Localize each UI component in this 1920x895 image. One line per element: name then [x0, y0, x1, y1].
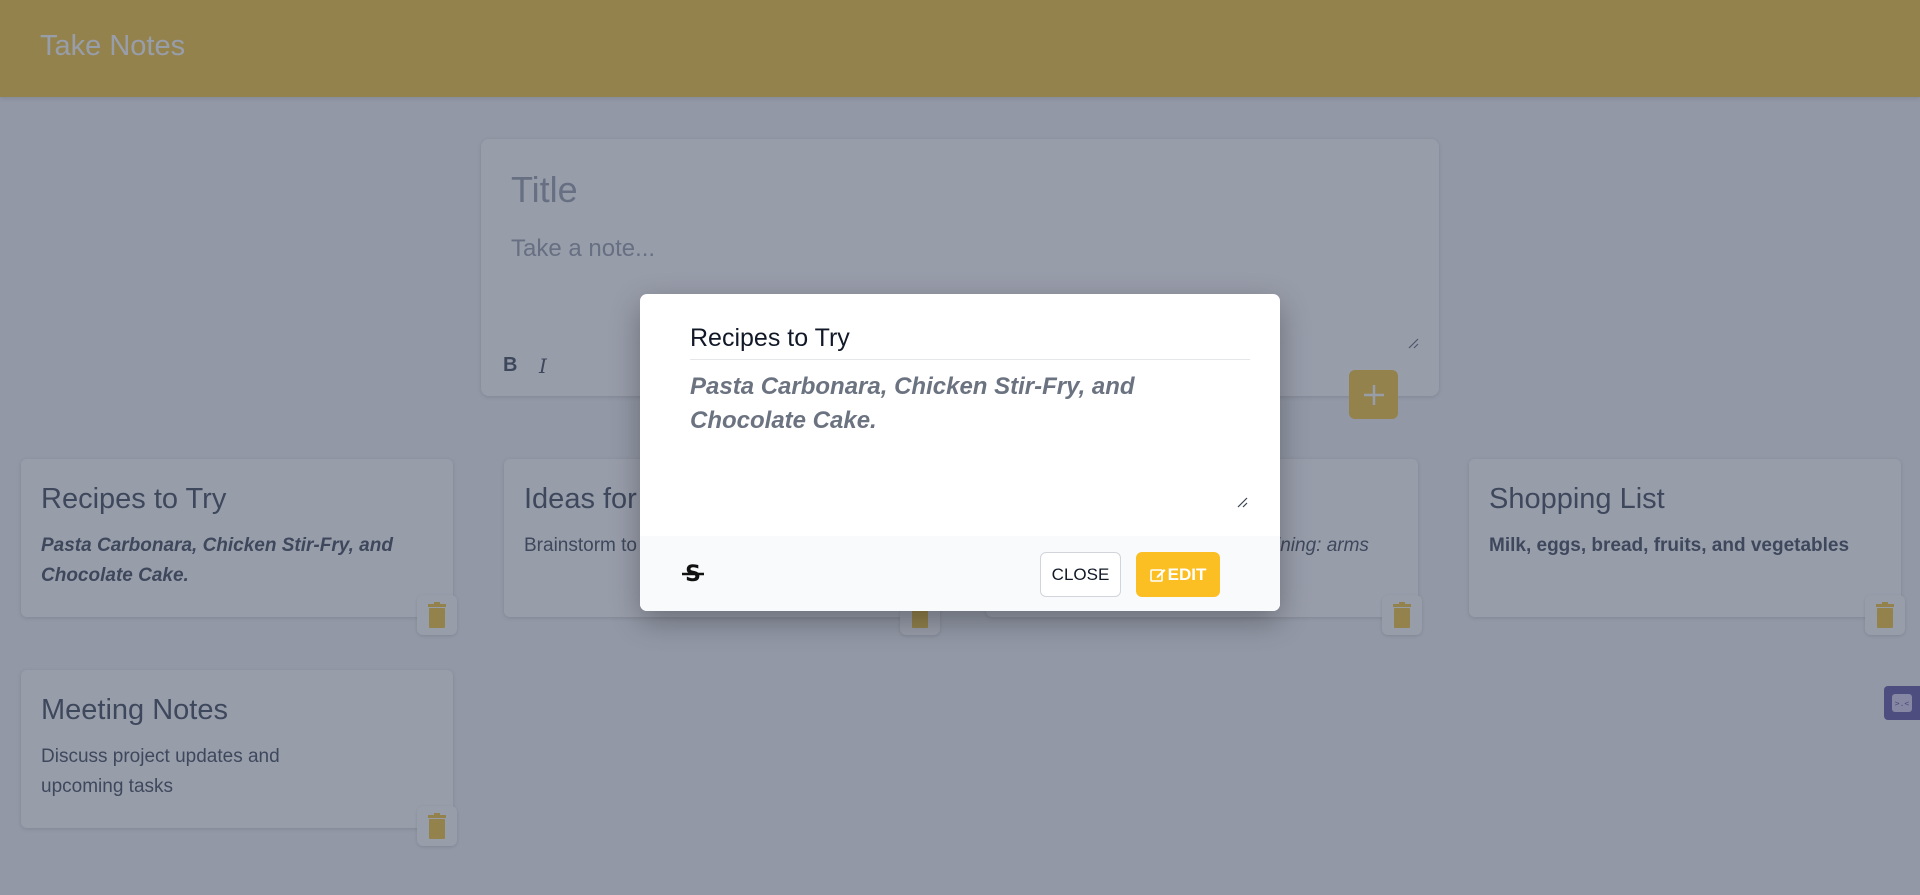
modal-footer: S CLOSE EDIT	[640, 536, 1280, 611]
resize-grip-icon[interactable]	[1236, 496, 1248, 508]
strikethrough-button[interactable]: S	[678, 558, 708, 588]
edit-button[interactable]: EDIT	[1136, 552, 1220, 597]
edit-icon	[1149, 568, 1166, 582]
modal-body-field[interactable]: Pasta Carbonara, Chicken Stir-Fry, and C…	[690, 370, 1210, 438]
edit-button-label: EDIT	[1167, 564, 1207, 584]
note-modal: Recipes to Try Pasta Carbonara, Chicken …	[640, 294, 1280, 611]
close-button[interactable]: CLOSE	[1040, 552, 1121, 597]
strikethrough-icon: S	[682, 562, 704, 586]
modal-title-field[interactable]: Recipes to Try	[690, 324, 1250, 360]
